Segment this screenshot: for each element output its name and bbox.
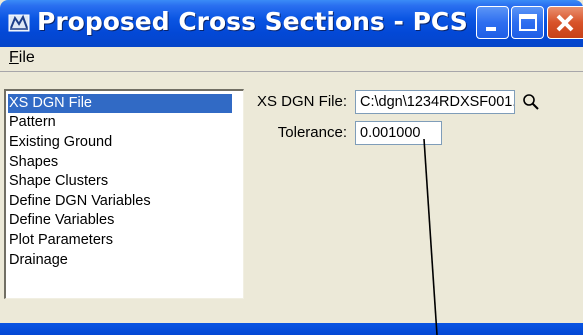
tolerance-label: Tolerance:	[277, 124, 347, 141]
pcs-app-icon	[8, 14, 30, 32]
title-bar[interactable]: Proposed Cross Sections - PCS	[0, 0, 583, 47]
maximize-button[interactable]	[511, 6, 544, 39]
minimize-button[interactable]	[476, 6, 509, 39]
menu-file-accelerator: F	[9, 49, 19, 66]
list-item-xs-dgn-file[interactable]: XS DGN File	[8, 94, 232, 113]
close-icon	[556, 14, 574, 32]
window-title: Proposed Cross Sections - PCS	[37, 7, 468, 36]
xs-dgn-file-label: XS DGN File:	[256, 93, 347, 110]
category-list[interactable]: XS DGN File Pattern Existing Ground Shap…	[4, 89, 244, 299]
list-item-shape-clusters[interactable]: Shape Clusters	[8, 172, 110, 191]
list-item-drainage[interactable]: Drainage	[8, 251, 70, 270]
list-item-shapes[interactable]: Shapes	[8, 153, 60, 172]
xs-dgn-file-field[interactable]: C:\dgn\1234RDXSF001.	[355, 90, 515, 114]
list-item-define-variables[interactable]: Define Variables	[8, 211, 116, 230]
menu-bar: File	[0, 47, 583, 72]
minimize-icon	[486, 27, 496, 31]
list-item-existing-ground[interactable]: Existing Ground	[8, 133, 114, 152]
maximize-icon	[519, 14, 537, 31]
magnifier-icon[interactable]	[520, 91, 542, 113]
menu-file-label: ile	[18, 49, 35, 66]
window-bottom-border	[0, 323, 583, 335]
close-button[interactable]	[547, 6, 583, 39]
list-item-pattern[interactable]: Pattern	[8, 113, 58, 132]
tolerance-field[interactable]: 0.001000	[355, 121, 442, 145]
list-item-define-dgn-variables[interactable]: Define DGN Variables	[8, 192, 153, 211]
pcs-window: Proposed Cross Sections - PCS File XS DG…	[0, 0, 583, 335]
menu-file[interactable]: File	[9, 49, 35, 67]
list-item-plot-parameters[interactable]: Plot Parameters	[8, 231, 115, 250]
